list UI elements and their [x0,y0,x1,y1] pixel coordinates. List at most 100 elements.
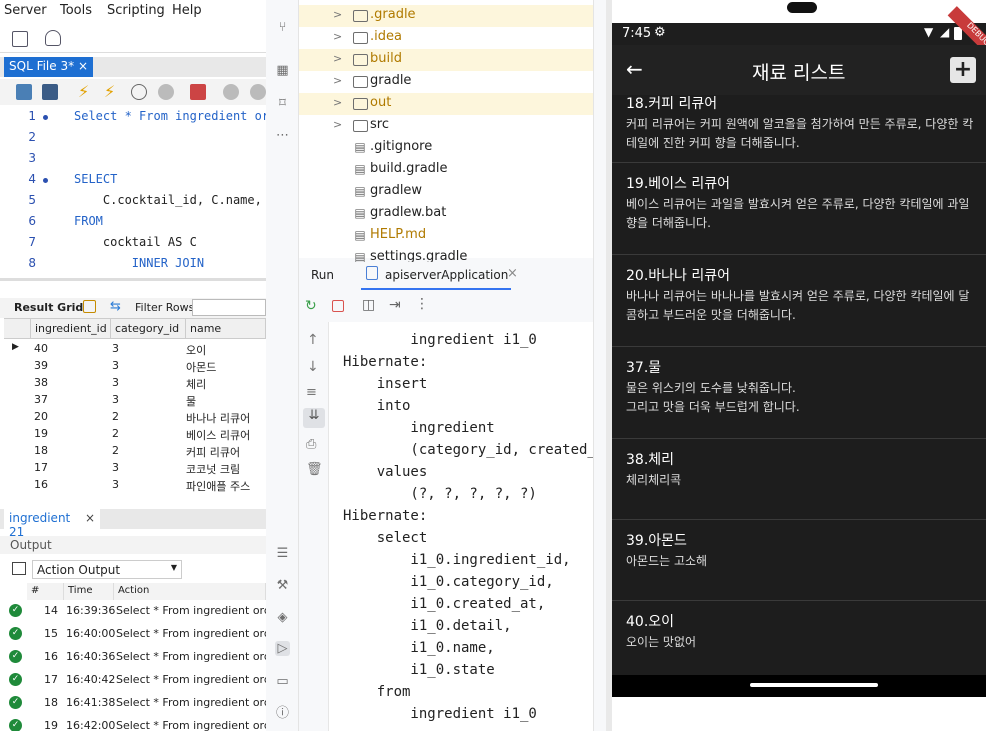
table-row[interactable]: ▶ 40 3 오이 [4,340,266,357]
table-row[interactable]: ✓ 17 16:40:42Select * From ingredient orde… [4,668,266,691]
copy-icon[interactable] [12,562,26,575]
exit-icon[interactable]: ⇥ [389,297,401,313]
column-header[interactable]: # [27,583,64,600]
tree-item[interactable]: ▤ build.gradle [299,159,593,181]
save-icon[interactable] [42,84,58,100]
table-row[interactable]: 38 3 체리 [4,374,266,391]
explain-icon[interactable] [131,84,147,100]
list-item[interactable]: 40.오이 오이는 맛없어 [612,601,986,675]
menu-help[interactable]: Help [172,3,202,18]
table-row[interactable]: 20 2 바나나 리큐어 [4,408,266,425]
trash-icon[interactable]: 🗑 [306,462,323,477]
arrow-down-icon[interactable]: ↓ [307,359,319,375]
column-header[interactable]: ingredient_id [31,319,111,339]
tree-item[interactable]: ▤ gradlew [299,181,593,203]
chevron-right-icon[interactable]: > [333,8,342,21]
tree-item[interactable]: > build [299,49,593,71]
tree-item[interactable]: > .gradle [299,5,593,27]
open-file-icon[interactable] [16,84,32,100]
tab-ingredient-21[interactable]: ingredient 21 × [4,509,100,539]
problems-icon[interactable]: ⓘ [275,706,290,721]
bookmark-icon[interactable]: ⌑ [275,96,290,111]
rollback-icon[interactable] [250,84,266,100]
close-icon[interactable]: × [507,266,518,281]
table-row[interactable]: 37 3 물 [4,391,266,408]
chevron-right-icon[interactable]: > [333,118,342,131]
sql-editor[interactable]: 1 Select * From ingredient ord 2 3 4 SEL… [0,106,266,272]
chevron-right-icon[interactable]: > [333,74,342,87]
filter-input[interactable] [192,299,266,316]
terminal-icon[interactable]: ▭ [275,674,290,689]
tab-sql-file-3[interactable]: SQL File 3* × [4,57,93,77]
tree-item[interactable]: ▤ HELP.md [299,225,593,247]
table-row[interactable]: ✓ 19 16:42:00Select * From ingredient orde… [4,714,266,731]
run-tab[interactable]: Run [311,268,334,282]
build-icon[interactable]: ⚒ [275,578,290,593]
database-icon[interactable] [45,30,61,46]
splitter[interactable] [0,278,266,281]
table-row[interactable]: 17 3 코코넛 크림 [4,459,266,476]
commit-icon[interactable] [223,84,239,100]
table-row[interactable]: ✓ 16 16:40:36Select * From ingredient orde… [4,645,266,668]
table-row[interactable]: 16 3 파인애플 주스 [4,476,266,493]
scroll-to-end-icon[interactable]: ⇊ [303,408,325,428]
result-grid-label[interactable]: Result Grid [14,301,83,314]
camera-icon[interactable]: ◫ [362,297,375,313]
inspector-icon[interactable] [12,31,28,47]
result-grid[interactable]: ingredient_id category_id name ▶ 40 3 오이 39… [4,318,266,493]
grid-icon[interactable] [83,300,96,313]
stop-icon[interactable] [332,300,344,312]
run-config-tab[interactable]: apiserverApplication [385,268,508,282]
list-item[interactable]: 20.바나나 리큐어 바나나 리큐어는 바나나를 발효시켜 얻은 주류로, 다양한… [612,255,986,347]
action-output-select[interactable]: Action Output ▼ [4,560,266,580]
close-icon[interactable]: × [78,59,88,75]
table-row[interactable]: 39 3 아몬드 [4,357,266,374]
tree-item[interactable]: > out [299,93,593,115]
tree-item[interactable]: > src [299,115,593,137]
table-row[interactable]: 19 2 베이스 리큐어 [4,425,266,442]
list-item[interactable]: 39.아몬드 아몬드는 고소해 [612,520,986,601]
list-item[interactable]: 38.체리 체리체리콕 [612,439,986,520]
menu-scripting[interactable]: Scripting [107,3,165,18]
scrollbar[interactable] [593,0,606,731]
refresh-icon[interactable]: ⇆ [110,299,121,314]
execute-icon[interactable]: ⚡ [78,82,89,101]
column-header[interactable]: Action [114,583,266,600]
menu-tools[interactable]: Tools [60,3,92,18]
tree-item[interactable]: > .idea [299,27,593,49]
list-item[interactable]: 19.베이스 리큐어 베이스 리큐어는 과일을 발효시켜 얻은 주류로, 다양한 … [612,163,986,255]
execute-current-icon[interactable]: ⚡ [104,82,115,101]
list-item[interactable]: 37.물 물은 위스키의 도수를 낮춰줍니다. 그리고 맛을 더욱 부드럽게 합니… [612,347,986,439]
home-indicator[interactable] [750,683,878,687]
tree-item[interactable]: > gradle [299,71,593,93]
menu-server[interactable]: Server [4,3,47,18]
arrow-up-icon[interactable]: ↑ [307,332,319,348]
tree-item[interactable]: ▤ gradlew.bat [299,203,593,225]
stop-icon[interactable] [158,84,174,100]
tree-item[interactable]: ▤ .gitignore [299,137,593,159]
run-icon[interactable]: ▷ [275,641,290,656]
ingredient-list[interactable]: 18.커피 리큐어 커피 리큐어는 커피 원액에 알코올을 첨가하여 만든 주류로… [612,95,986,675]
soft-wrap-icon[interactable]: ≡ [306,385,317,400]
structure-icon[interactable]: ▦ [275,63,290,78]
console-output[interactable]: from ingredient i1_0 Hibernate: insert in… [329,322,593,731]
chevron-right-icon[interactable]: > [333,52,342,65]
column-header[interactable]: Time [64,583,114,600]
toggle-icon[interactable] [190,84,206,100]
add-button[interactable]: + [950,57,976,83]
close-icon[interactable]: × [85,511,95,527]
table-row[interactable]: ✓ 14 16:39:36Select * From ingredient orde… [4,599,266,622]
services-icon[interactable]: ◈ [275,610,290,625]
rerun-icon[interactable]: ↻ [305,298,317,314]
print-icon[interactable]: ⎙ [306,437,316,452]
chevron-right-icon[interactable]: > [333,96,342,109]
table-row[interactable]: 18 2 커피 리큐어 [4,442,266,459]
action-output-dropdown[interactable]: Action Output ▼ [32,560,182,579]
list-item[interactable]: 18.커피 리큐어 커피 리큐어는 커피 원액에 알코올을 첨가하여 만든 주류로… [612,95,986,163]
table-row[interactable]: ✓ 15 16:40:00Select * From ingredient orde… [4,622,266,645]
more-icon[interactable]: ⋯ [275,128,290,143]
back-arrow-icon[interactable]: ← [626,57,643,81]
column-header[interactable]: category_id [111,319,186,339]
list-icon[interactable]: ☰ [275,546,290,561]
git-icon[interactable]: ⑂ [275,20,290,35]
